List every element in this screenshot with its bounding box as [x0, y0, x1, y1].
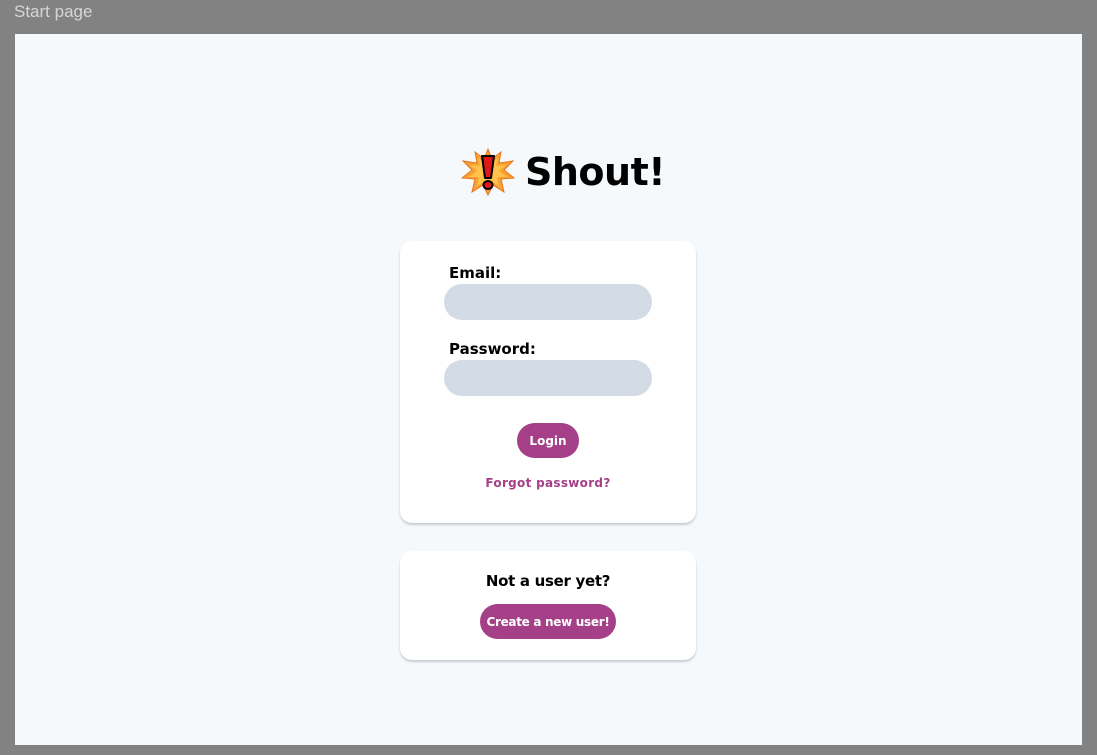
password-field[interactable] — [444, 360, 652, 396]
login-card: Email: Password: Login Forgot password? — [400, 241, 696, 523]
window-title: Start page — [14, 2, 93, 21]
password-label: Password: — [449, 340, 536, 358]
exclamation-burst-icon — [461, 148, 515, 196]
email-label: Email: — [449, 264, 502, 282]
forgot-password-link[interactable]: Forgot password? — [400, 476, 696, 490]
signup-card: Not a user yet? Create a new user! — [400, 551, 696, 660]
app-name: Shout! — [525, 150, 666, 194]
email-field[interactable] — [444, 284, 652, 320]
login-button[interactable]: Login — [517, 423, 579, 458]
signup-heading: Not a user yet? — [485, 572, 611, 590]
create-user-button[interactable]: Create a new user! — [480, 604, 616, 639]
start-page-canvas: Shout! Email: Password: Login Forgot pas… — [15, 34, 1082, 745]
brand-header: Shout! — [461, 146, 666, 198]
